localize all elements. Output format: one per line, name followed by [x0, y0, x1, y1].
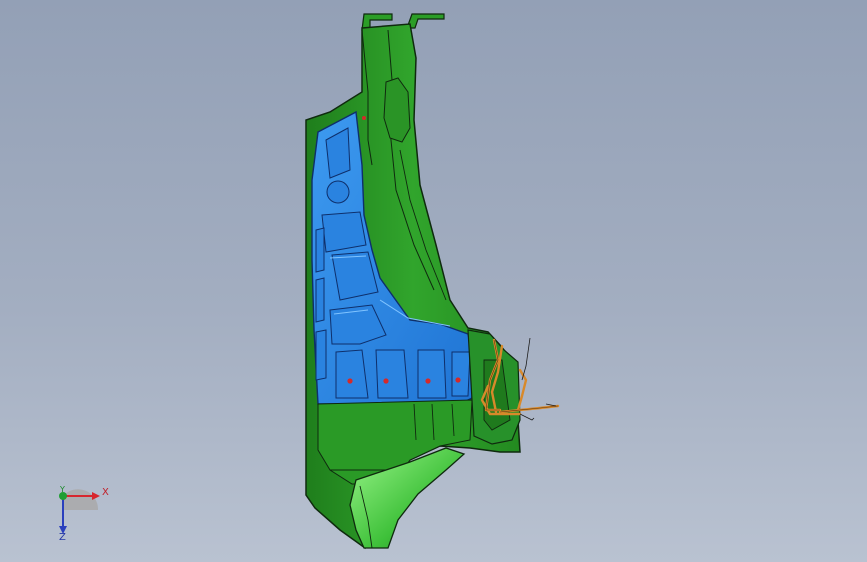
y-axis-label: Y [60, 485, 65, 494]
coordinate-triad: X Y Z [44, 482, 124, 546]
z-axis-label: Z [59, 532, 66, 543]
3d-viewport[interactable]: X Y Z [0, 0, 867, 562]
x-axis-label: X [102, 487, 109, 498]
cad-model-part[interactable] [0, 0, 867, 562]
triad-graphic [59, 489, 100, 534]
top-tab-right [406, 13, 445, 29]
